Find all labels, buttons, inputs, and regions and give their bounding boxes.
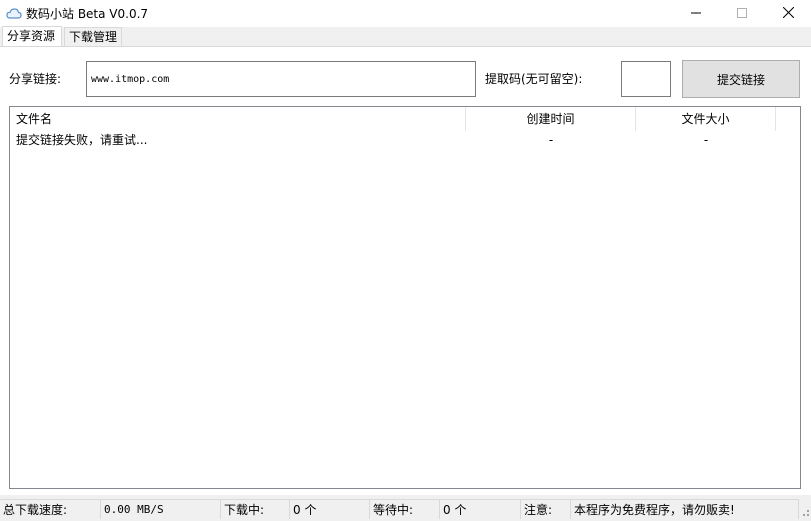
column-header-created-time[interactable]: 创建时间 — [466, 107, 636, 131]
share-link-input[interactable] — [86, 61, 476, 97]
column-header-filename[interactable]: 文件名 — [10, 107, 466, 131]
tab-download-manager[interactable]: 下载管理 — [64, 27, 122, 46]
waiting-value: 0 个 — [440, 499, 521, 519]
title-bar: 数码小站 Beta V0.0.7 — [0, 0, 811, 27]
notice-label: 注意: — [521, 499, 571, 519]
extract-code-input[interactable] — [621, 61, 671, 97]
tab-share-resources[interactable]: 分享资源 — [2, 26, 62, 47]
downloading-label: 下载中: — [221, 499, 290, 519]
resize-grip-icon[interactable] — [799, 506, 811, 518]
list-item[interactable]: 提交链接失败，请重试... - - — [10, 131, 800, 149]
maximize-button[interactable] — [719, 0, 765, 27]
speed-label: 总下载速度: — [0, 499, 101, 519]
extract-code-label: 提取码(无可留空): — [485, 72, 583, 86]
speed-value: 0.00 MB/S — [101, 499, 221, 519]
tab-strip: 分享资源 下载管理 — [0, 26, 811, 47]
list-item-size: - — [703, 133, 709, 147]
minimize-button[interactable] — [673, 0, 719, 27]
share-link-label: 分享链接: — [9, 72, 62, 86]
minimize-icon — [691, 7, 701, 21]
list-header: 文件名 创建时间 文件大小 — [10, 107, 800, 131]
waiting-label: 等待中: — [370, 499, 440, 519]
submit-link-button[interactable]: 提交链接 — [682, 60, 800, 98]
close-icon — [782, 6, 794, 21]
close-button[interactable] — [765, 0, 811, 27]
downloading-value: 0 个 — [290, 499, 370, 519]
column-header-file-size[interactable]: 文件大小 — [636, 107, 776, 131]
cloud-icon — [6, 7, 22, 21]
list-item-time: - — [548, 133, 554, 147]
status-bar: 总下载速度: 0.00 MB/S 下载中: 0 个 等待中: 0 个 注意: 本… — [0, 497, 811, 520]
window-title: 数码小站 Beta V0.0.7 — [26, 7, 149, 21]
maximize-icon — [737, 7, 747, 21]
notice-value: 本程序为免费程序，请勿贩卖! — [571, 499, 799, 519]
file-list[interactable]: 文件名 创建时间 文件大小 提交链接失败，请重试... - - — [9, 106, 801, 489]
list-item-name: 提交链接失败，请重试... — [16, 133, 148, 147]
share-panel: 分享链接: 提取码(无可留空): 提交链接 文件名 创建时间 文件大小 提交链接… — [0, 46, 811, 495]
